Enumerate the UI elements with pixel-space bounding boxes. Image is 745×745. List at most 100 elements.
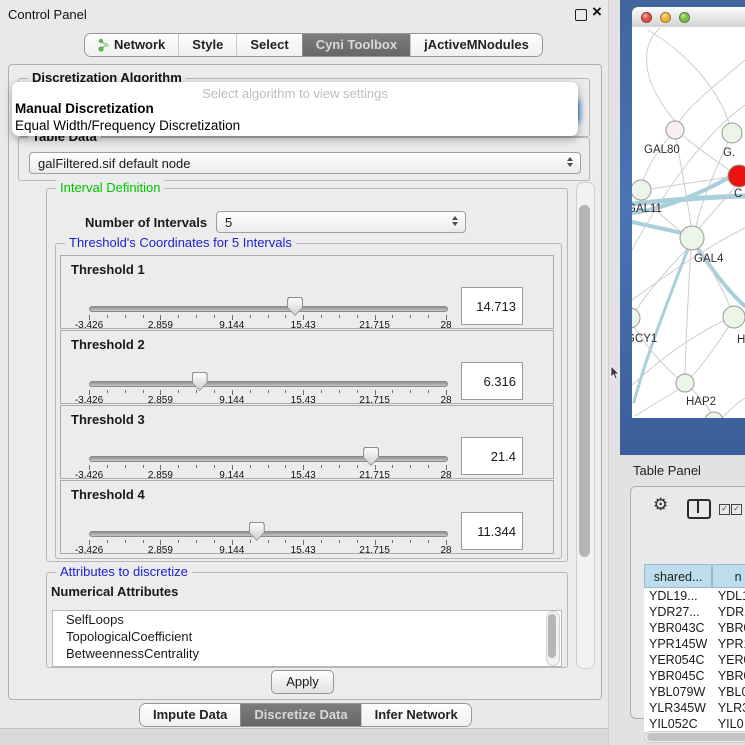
slider-handle-face (193, 373, 207, 390)
table-cell: YDL1 (710, 588, 745, 604)
attribute-list-item[interactable]: BetweennessCentrality (53, 645, 561, 662)
panel-scrollbar[interactable] (576, 182, 595, 669)
slider-track[interactable] (89, 456, 448, 462)
slider-tick (196, 390, 197, 393)
window-zoom-button[interactable] (679, 12, 690, 23)
thresholds-group-title: Threshold's Coordinates for 5 Intervals (65, 235, 296, 250)
slider-handle[interactable] (363, 447, 379, 466)
node-gal80[interactable] (666, 121, 684, 139)
attribute-list-item[interactable]: SelfLoops (53, 611, 561, 628)
node-g[interactable] (722, 123, 742, 143)
network-edge[interactable] (636, 249, 687, 311)
node-edge-bottom[interactable] (705, 412, 723, 418)
slider-tick (178, 315, 179, 318)
table-row[interactable]: YLR345WYLR3 (644, 700, 745, 716)
table-cell: YBR0 (710, 620, 745, 636)
table-cell: YLR345W (644, 700, 710, 716)
node-red[interactable] (728, 165, 745, 187)
slider-handle[interactable] (287, 297, 303, 316)
number-of-intervals-combobox[interactable]: 5 (216, 211, 466, 233)
tab-cyni-toolbox[interactable]: Cyni Toolbox (302, 34, 410, 56)
slider-track[interactable] (89, 381, 448, 387)
table-data-combobox[interactable]: galFiltered.sif default node (29, 152, 581, 174)
table-row[interactable]: YBL079WYBL0 (644, 684, 745, 700)
table-row[interactable]: YER054CYER0 (644, 652, 745, 668)
table-cell: YPR145W (644, 636, 710, 652)
tab-network[interactable]: Network (85, 34, 178, 56)
float-icon[interactable] (575, 9, 587, 21)
slider-tick (107, 315, 108, 318)
threshold-label: Threshold 4 (71, 487, 145, 502)
table-row[interactable]: YBR043CYBR0 (644, 620, 745, 636)
table-horizontal-scrollbar[interactable] (644, 731, 745, 743)
threshold-value-field[interactable]: 6.316 (461, 362, 523, 400)
tab-jactivemnodules[interactable]: jActiveMNodules (410, 34, 542, 56)
apply-button[interactable]: Apply (271, 670, 334, 694)
network-window-titlebar[interactable] (632, 7, 745, 28)
slider-tick (339, 315, 340, 318)
checkbox-icon[interactable]: ✓ (731, 504, 742, 515)
slider-handle[interactable] (249, 522, 265, 541)
threshold-value-field[interactable]: 21.4 (461, 437, 523, 475)
interval-definition-group-title: Interval Definition (56, 180, 164, 195)
tab-infer-network[interactable]: Infer Network (361, 704, 471, 726)
node-hap2[interactable] (676, 374, 694, 392)
threshold-value-field[interactable]: 11.344 (461, 512, 523, 550)
window-close-button[interactable] (641, 12, 652, 23)
slider-tick (285, 540, 286, 543)
network-edge[interactable] (699, 187, 735, 229)
window-minimize-button[interactable] (660, 12, 671, 23)
node-gal4[interactable] (680, 226, 704, 250)
slider-tick (250, 390, 251, 393)
slider-tick (321, 390, 322, 393)
slider-tick (268, 540, 269, 543)
slider-tick (214, 465, 215, 468)
node-h[interactable] (723, 306, 745, 328)
network-edge-highlighted[interactable] (632, 222, 686, 234)
tab-impute-data[interactable]: Impute Data (140, 704, 240, 726)
column-header[interactable]: shared... (644, 564, 712, 588)
threshold-value-field[interactable]: 14.713 (461, 287, 523, 325)
dropdown-item-2[interactable]: Equal Width/Frequency Discretization (15, 118, 240, 133)
slider-track[interactable] (89, 306, 448, 312)
network-canvas[interactable]: GAL80G.CGAL11GAL4GCY1HHAP2 (632, 27, 745, 418)
table-row[interactable]: YPR145WYPR1 (644, 636, 745, 652)
tab-label: Network (114, 34, 165, 56)
dropdown-item-1[interactable]: Manual Discretization (15, 101, 154, 116)
tab-label: Style (192, 34, 223, 56)
table-cell: YBL079W (644, 684, 710, 700)
node-gcy1-label: GCY1 (632, 333, 657, 345)
checkbox-icon[interactable]: ✓ (719, 504, 730, 515)
table-row[interactable]: YIL052CYIL0 (644, 716, 745, 732)
column-header[interactable]: n (712, 564, 745, 588)
slider-handle[interactable] (192, 372, 208, 391)
network-edge[interactable] (685, 250, 691, 374)
attributes-list-scrollbar[interactable] (546, 611, 560, 666)
table-row[interactable]: YDL19...YDL1 (644, 588, 745, 604)
slider-tick (428, 315, 429, 318)
tab-select[interactable]: Select (236, 34, 301, 56)
network-edge[interactable] (722, 398, 745, 418)
slider-track[interactable] (89, 531, 448, 537)
network-edge[interactable] (635, 390, 678, 416)
tab-discretize-data[interactable]: Discretize Data (240, 704, 360, 726)
attribute-list-item[interactable]: TopologicalCoefficient (53, 628, 561, 645)
node-g-label: G. (723, 147, 735, 159)
split-view-icon[interactable] (687, 499, 711, 519)
slider-tick (339, 540, 340, 543)
close-icon[interactable]: × (592, 2, 602, 22)
network-graph: GAL80G.CGAL11GAL4GCY1HHAP2 (632, 27, 745, 418)
threshold-panel-2: Threshold 2-3.4262.8599.14415.4321.71528… (60, 330, 554, 404)
table-row[interactable]: YBR045CYBR0 (644, 668, 745, 684)
numerical-attributes-list[interactable]: SelfLoopsTopologicalCoefficientBetweenne… (52, 610, 562, 667)
node-gal11[interactable] (632, 180, 651, 200)
network-edge[interactable] (691, 326, 729, 377)
network-edge[interactable] (648, 30, 729, 123)
network-edge[interactable] (646, 28, 675, 121)
slider-tick (321, 540, 322, 543)
table-row[interactable]: YDR27...YDR2 (644, 604, 745, 620)
control-panel: Control Panel × NetworkStyleSelectCyni T… (0, 0, 608, 745)
tab-style[interactable]: Style (178, 34, 236, 56)
gear-icon[interactable]: ⚙ (653, 496, 668, 513)
node-gcy1[interactable] (632, 308, 640, 328)
